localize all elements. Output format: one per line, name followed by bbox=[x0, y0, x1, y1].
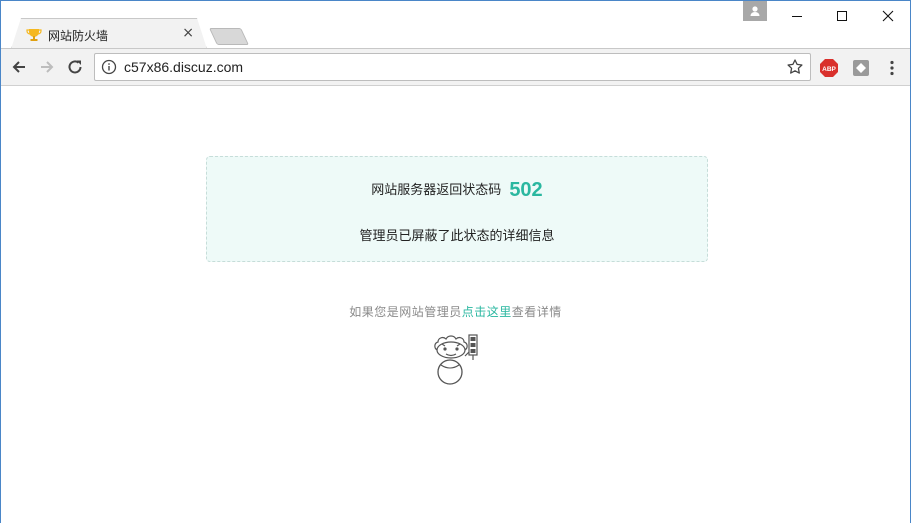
blocked-message: 管理员已屏蔽了此状态的详细信息 bbox=[359, 229, 555, 244]
status-line: 网站服务器返回状态码 502 bbox=[207, 179, 707, 202]
reload-icon bbox=[68, 60, 82, 74]
person-icon bbox=[750, 6, 760, 16]
admin-hint-before: 如果您是网站管理员 bbox=[349, 305, 462, 319]
more-menu-icon[interactable] bbox=[885, 58, 899, 78]
status-prefix-text: 网站服务器返回状态码 bbox=[371, 183, 502, 198]
arrow-right-icon bbox=[41, 61, 54, 73]
close-icon bbox=[882, 10, 894, 22]
status-code: 502 bbox=[509, 179, 543, 201]
profile-button[interactable] bbox=[743, 1, 767, 21]
page-content: 网站服务器返回状态码 502 管理员已屏蔽了此状态的详细信息 如果您是网站管理员点… bbox=[1, 87, 910, 523]
forward-button[interactable] bbox=[35, 55, 59, 79]
error-notice-box: 网站服务器返回状态码 502 管理员已屏蔽了此状态的详细信息 bbox=[206, 156, 708, 262]
tab-title: 网站防火墙 bbox=[48, 29, 109, 43]
minimize-button[interactable] bbox=[774, 1, 820, 31]
new-tab-button[interactable] bbox=[209, 28, 249, 45]
info-icon[interactable] bbox=[101, 59, 117, 75]
address-bar[interactable]: c57x86.discuz.com bbox=[94, 53, 811, 81]
extension-icon[interactable] bbox=[851, 58, 871, 78]
adblock-plus-icon[interactable]: ABP bbox=[819, 58, 839, 78]
bookmark-star-icon[interactable] bbox=[786, 58, 804, 76]
maximize-button[interactable] bbox=[819, 1, 865, 31]
close-window-button[interactable] bbox=[865, 1, 911, 31]
arrow-left-icon bbox=[12, 61, 25, 73]
firewall-mascot-logo bbox=[431, 330, 483, 386]
details-link[interactable]: 点击这里 bbox=[462, 305, 512, 319]
tab-close-button[interactable]: × bbox=[182, 25, 194, 41]
maximize-icon bbox=[837, 11, 847, 21]
browser-window: 网站防火墙 × c57x86.discuz.com ABP 网站服务器返回状态码… bbox=[0, 0, 911, 523]
back-button[interactable] bbox=[7, 55, 31, 79]
adblock-label: ABP bbox=[822, 66, 836, 73]
browser-toolbar: c57x86.discuz.com ABP bbox=[1, 49, 910, 86]
browser-tab[interactable]: 网站防火墙 × bbox=[11, 18, 207, 49]
tab-strip: 网站防火墙 × bbox=[1, 1, 910, 49]
reload-button[interactable] bbox=[63, 55, 87, 79]
admin-hint: 如果您是网站管理员点击这里查看详情 bbox=[1, 303, 910, 320]
url-text[interactable]: c57x86.discuz.com bbox=[124, 59, 243, 75]
minimize-icon bbox=[792, 16, 802, 17]
trophy-icon bbox=[26, 27, 42, 41]
admin-hint-after: 查看详情 bbox=[511, 305, 562, 319]
